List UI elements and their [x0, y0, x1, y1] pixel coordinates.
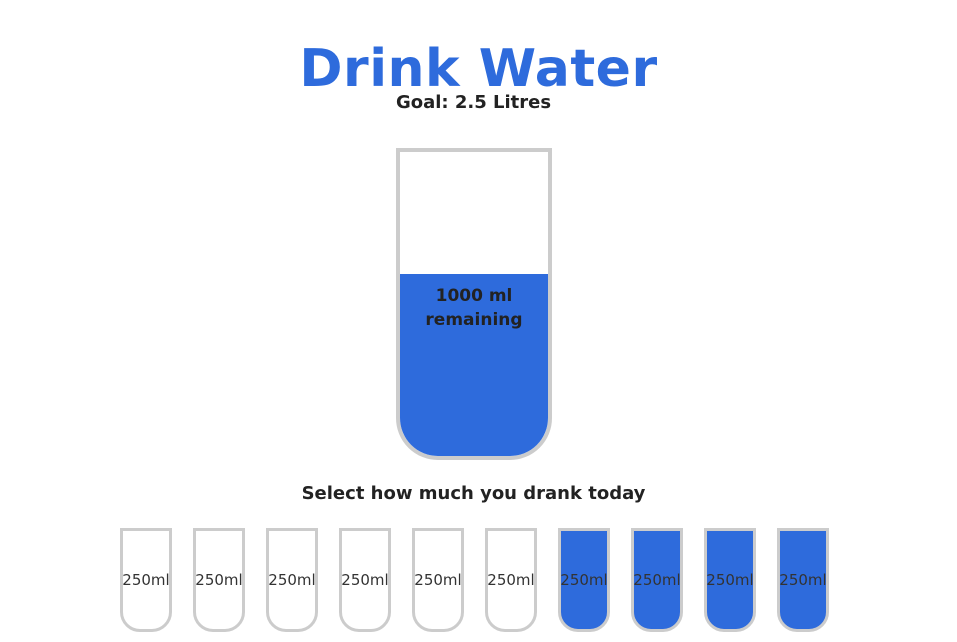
small-cup[interactable]: 250ml — [558, 528, 610, 632]
remaining-label: remaining — [425, 310, 523, 330]
remaining-amount: 1000 ml — [435, 286, 513, 306]
cup-label: 250ml — [195, 571, 243, 589]
small-cup[interactable]: 250ml — [485, 528, 537, 632]
small-cup[interactable]: 250ml — [412, 528, 464, 632]
cup-label: 250ml — [779, 571, 827, 589]
page-title: Drink Water — [299, 38, 658, 99]
big-cup: 1000 ml remaining — [396, 148, 552, 460]
cup-label: 250ml — [706, 571, 754, 589]
cup-label: 250ml — [268, 571, 316, 589]
cup-label: 250ml — [487, 571, 535, 589]
goal-text: Goal: 2.5 Litres — [395, 92, 552, 113]
small-cup[interactable]: 250ml — [704, 528, 756, 632]
small-cups-row: 250ml 250ml 250ml 250ml 250ml 250ml 250m… — [120, 528, 829, 632]
select-instruction: Select how much you drank today — [301, 483, 646, 504]
cup-label: 250ml — [122, 571, 170, 589]
cup-label: 250ml — [560, 571, 608, 589]
cup-label: 250ml — [633, 571, 681, 589]
small-cup[interactable]: 250ml — [631, 528, 683, 632]
small-cup[interactable]: 250ml — [777, 528, 829, 632]
small-cup[interactable]: 250ml — [339, 528, 391, 632]
cup-label: 250ml — [341, 571, 389, 589]
remaining-display: 1000 ml remaining — [400, 284, 548, 332]
small-cup[interactable]: 250ml — [120, 528, 172, 632]
small-cup[interactable]: 250ml — [193, 528, 245, 632]
cup-label: 250ml — [414, 571, 462, 589]
small-cup[interactable]: 250ml — [266, 528, 318, 632]
